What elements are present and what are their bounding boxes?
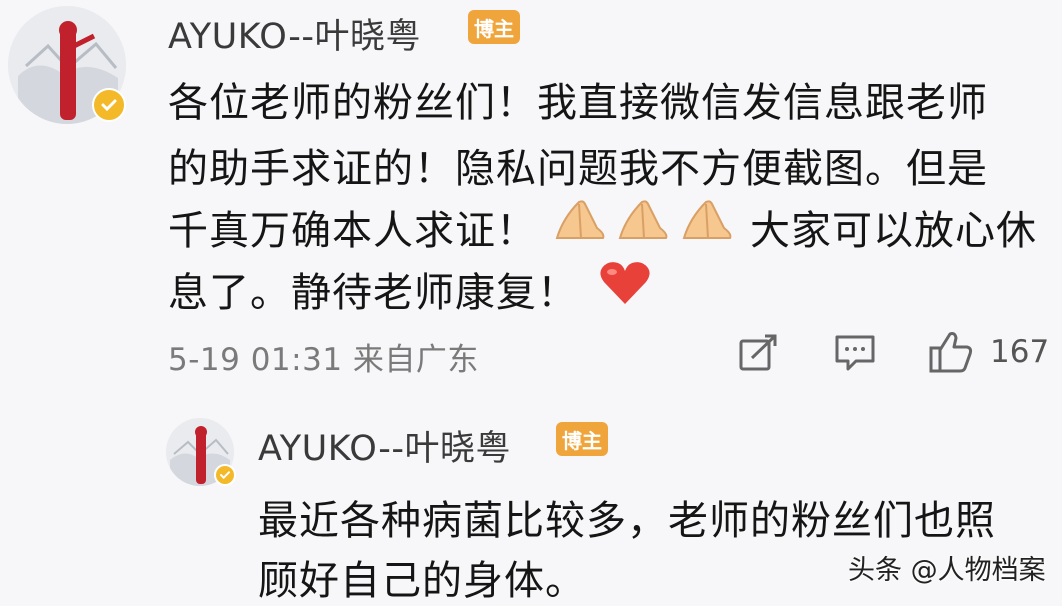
share-icon[interactable] [738,334,778,372]
folded-hands-emoji [682,200,732,239]
comment-line: 各位老师的粉丝们！我直接微信发信息跟老师 [168,80,988,126]
red-heart-emoji [600,262,650,304]
comment-timestamp: 5-19 01:31 来自广东 [168,342,479,378]
folded-hands-emoji [618,200,668,239]
watermark: 头条 @人物档案 [848,555,1046,586]
comment-icon[interactable] [834,334,876,372]
reply-line: 最近各种病菌比较多，老师的粉丝们也照 [258,498,996,544]
verified-badge-icon [92,88,126,122]
folded-hands-emoji [555,200,605,239]
reply-username[interactable]: AYUKO--叶晓粤 [258,420,511,471]
blogger-badge: 博主 [556,422,608,456]
like-count: 167 [990,334,1050,370]
thumbs-up-icon[interactable] [928,330,974,374]
comment-line: 息了。静待老师康复！ [168,270,578,316]
comment-line: 大家可以放心休 [750,208,1037,254]
comment-line: 千真万确本人求证！ [168,208,537,254]
verified-badge-icon [214,464,236,486]
comment-line: 的助手求证的！隐私问题我不方便截图。但是 [168,146,988,192]
reply-line: 顾好自己的身体。 [258,558,586,604]
comment-username[interactable]: AYUKO--叶晓粤 [168,8,421,59]
blogger-badge: 博主 [468,10,520,44]
